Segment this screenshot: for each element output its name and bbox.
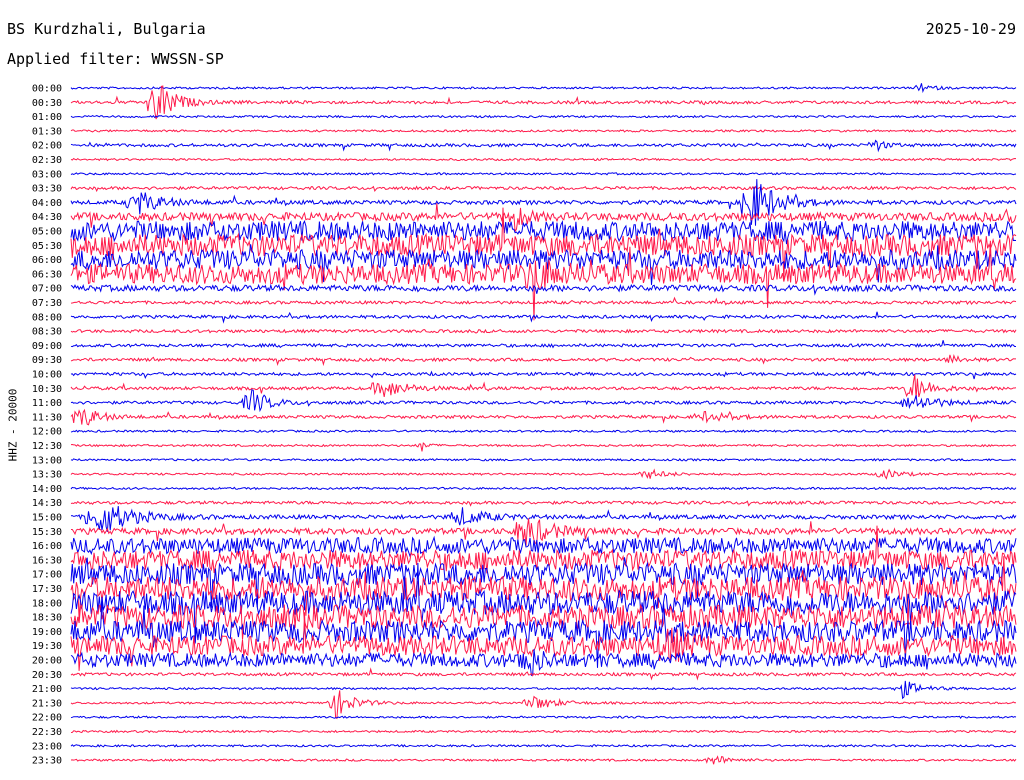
seismic-trace — [70, 203, 1017, 234]
seismic-trace — [70, 85, 1017, 120]
time-tick-label: 16:00 — [32, 541, 62, 552]
seismic-trace — [70, 83, 1017, 94]
time-tick-label: 21:00 — [32, 684, 62, 695]
time-tick-label: 00:00 — [32, 84, 62, 95]
time-tick-label: 14:30 — [32, 498, 62, 509]
seismic-trace — [70, 506, 1017, 532]
seismic-trace — [70, 185, 1017, 193]
time-tick-label: 14:00 — [32, 484, 62, 495]
time-tick-label: 07:30 — [32, 298, 62, 309]
time-tick-label: 19:00 — [32, 627, 62, 638]
time-tick-label: 20:30 — [32, 670, 62, 681]
time-tick-label: 23:30 — [32, 756, 62, 767]
seismic-trace — [70, 729, 1017, 734]
time-tick-label: 23:00 — [32, 741, 62, 752]
seismic-trace — [70, 667, 1017, 681]
seismic-trace — [70, 680, 1017, 700]
time-tick-label: 05:00 — [32, 227, 62, 238]
seismic-trace — [70, 283, 1017, 296]
time-tick-label: 20:00 — [32, 656, 62, 667]
time-tick-label: 15:30 — [32, 527, 62, 538]
seismic-trace — [70, 296, 1017, 306]
seismic-trace — [70, 370, 1017, 380]
time-tick-label: 02:00 — [32, 141, 62, 152]
time-tick-label: 00:30 — [32, 98, 62, 109]
seismic-trace — [70, 311, 1017, 324]
seismic-trace — [70, 442, 1017, 452]
time-tick-label: 09:00 — [32, 341, 62, 352]
seismogram-plot: 00:00 00:30 01:00 01:30 02:00 02:30 03:00 03:30… — [32, 83, 1017, 767]
seismic-trace — [70, 457, 1017, 462]
time-tick-label: 16:30 — [32, 555, 62, 566]
seismic-trace — [70, 649, 1017, 677]
seismic-trace — [70, 388, 1017, 413]
seismic-trace — [70, 328, 1017, 334]
time-tick-label: 13:30 — [32, 470, 62, 481]
seismic-trace — [70, 499, 1017, 507]
time-tick-label: 07:00 — [32, 284, 62, 295]
time-tick-label: 03:00 — [32, 169, 62, 180]
time-tick-label: 03:30 — [32, 184, 62, 195]
time-tick-label: 22:30 — [32, 727, 62, 738]
seismic-trace — [70, 129, 1017, 133]
time-tick-label: 11:00 — [32, 398, 62, 409]
time-tick-label: 10:30 — [32, 384, 62, 395]
time-tick-label: 10:00 — [32, 370, 62, 381]
seismic-trace — [70, 354, 1016, 367]
seismic-trace — [70, 374, 1017, 399]
time-tick-label: 13:00 — [32, 455, 62, 466]
seismic-trace — [70, 486, 1017, 491]
time-tick-label: 06:30 — [32, 269, 62, 280]
time-tick-label: 18:30 — [32, 613, 62, 624]
seismic-trace — [70, 755, 1017, 765]
time-tick-label: 17:30 — [32, 584, 62, 595]
seismic-trace — [70, 690, 1016, 720]
time-tick-label: 09:30 — [32, 355, 62, 366]
time-tick-label: 08:30 — [32, 327, 62, 338]
time-tick-label: 19:30 — [32, 641, 62, 652]
seismic-trace — [70, 429, 1017, 433]
seismic-trace — [70, 715, 1017, 719]
time-tick-label: 05:30 — [32, 241, 62, 252]
time-tick-label: 02:30 — [32, 155, 62, 166]
time-tick-label: 01:30 — [32, 126, 62, 137]
seismic-trace — [70, 535, 1017, 558]
time-tick-label: 12:00 — [32, 427, 62, 438]
time-tick-label: 06:00 — [32, 255, 62, 266]
time-tick-label: 08:00 — [32, 312, 62, 323]
time-tick-label: 11:30 — [32, 412, 62, 423]
seismic-trace — [70, 408, 1017, 426]
seismic-trace — [70, 171, 1017, 176]
time-tick-label: 22:00 — [32, 713, 62, 724]
seismic-trace — [70, 139, 1017, 153]
time-tick-label: 17:00 — [32, 570, 62, 581]
time-tick-label: 12:30 — [32, 441, 62, 452]
time-tick-label: 21:30 — [32, 698, 62, 709]
time-tick-label: 15:00 — [32, 513, 62, 524]
seismic-trace — [70, 743, 1017, 748]
time-tick-label: 01:00 — [32, 112, 62, 123]
seismic-trace — [70, 114, 1017, 119]
time-tick-label: 04:00 — [32, 198, 62, 209]
time-tick-label: 04:30 — [32, 212, 62, 223]
seismic-trace — [70, 340, 1016, 349]
time-tick-label: 18:00 — [32, 598, 62, 609]
seismic-trace — [70, 157, 1017, 162]
seismic-trace — [70, 468, 1017, 480]
